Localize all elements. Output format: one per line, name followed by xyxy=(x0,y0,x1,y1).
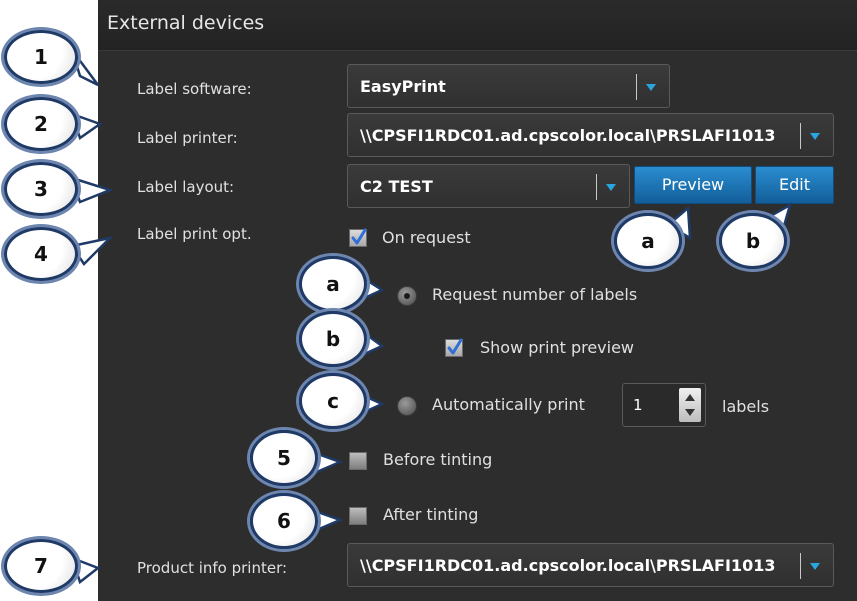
chevron-down-icon[interactable] xyxy=(810,133,820,140)
label-software-value: EasyPrint xyxy=(360,77,446,96)
label-printer-value: \\CPSFI1RDC01.ad.cpscolor.local\PRSLAFI1… xyxy=(360,126,776,145)
callout-7: 7 xyxy=(4,539,78,593)
product-info-printer-label: Product info printer: xyxy=(137,559,288,577)
chevron-down-icon[interactable] xyxy=(606,184,616,191)
callout-a-preview: a xyxy=(614,213,682,269)
dropdown-separator xyxy=(596,174,597,200)
dropdown-separator xyxy=(800,553,801,579)
label-printer-dropdown[interactable]: \\CPSFI1RDC01.ad.cpscolor.local\PRSLAFI1… xyxy=(347,113,834,157)
callout-a-request-number: a xyxy=(299,256,367,312)
radio-selected-dot xyxy=(404,293,410,299)
product-info-printer-value: \\CPSFI1RDC01.ad.cpscolor.local\PRSLAFI1… xyxy=(360,556,776,575)
label-printer-label: Label printer: xyxy=(137,129,238,147)
label-count-value: 1 xyxy=(633,396,643,414)
callout-b-show-preview: b xyxy=(299,311,367,367)
callout-3: 3 xyxy=(4,162,78,216)
label-software-dropdown[interactable]: EasyPrint xyxy=(347,64,670,108)
dropdown-separator xyxy=(636,74,637,100)
increment-icon[interactable] xyxy=(685,394,695,401)
automatically-print-label: Automatically print xyxy=(432,395,585,414)
checkmark-icon xyxy=(447,338,463,355)
callout-5: 5 xyxy=(250,430,318,486)
callout-2: 2 xyxy=(4,97,78,151)
stepper-buttons[interactable] xyxy=(679,388,701,422)
label-print-opt-label: Label print opt. xyxy=(137,225,252,243)
on-request-label: On request xyxy=(382,228,471,247)
show-preview-checkbox[interactable] xyxy=(445,338,463,357)
preview-button[interactable]: Preview xyxy=(634,166,752,204)
callout-c-automatically-print: c xyxy=(299,373,367,429)
edit-button[interactable]: Edit xyxy=(755,166,834,204)
label-software-label: Label software: xyxy=(137,80,252,98)
chevron-down-icon[interactable] xyxy=(810,563,820,570)
label-layout-value: C2 TEST xyxy=(360,177,433,196)
before-tinting-checkbox[interactable] xyxy=(349,452,367,470)
decrement-icon[interactable] xyxy=(685,409,695,416)
product-info-printer-dropdown[interactable]: \\CPSFI1RDC01.ad.cpscolor.local\PRSLAFI1… xyxy=(347,543,834,587)
after-tinting-label: After tinting xyxy=(383,505,479,524)
show-preview-label: Show print preview xyxy=(480,338,635,357)
checkmark-icon xyxy=(351,228,367,245)
panel-title: External devices xyxy=(107,12,265,34)
callout-1: 1 xyxy=(4,30,78,84)
dropdown-separator xyxy=(800,123,801,149)
callout-b-edit: b xyxy=(719,213,787,269)
label-layout-label: Label layout: xyxy=(137,178,235,196)
on-request-checkbox[interactable] xyxy=(349,228,367,247)
labels-suffix: labels xyxy=(722,397,770,416)
request-number-radio[interactable] xyxy=(397,286,417,306)
callout-6: 6 xyxy=(250,493,318,549)
label-count-stepper[interactable]: 1 xyxy=(622,383,706,427)
label-layout-dropdown[interactable]: C2 TEST xyxy=(347,164,630,208)
request-number-label: Request number of labels xyxy=(432,285,638,304)
callout-4: 4 xyxy=(4,227,78,281)
automatically-print-radio[interactable] xyxy=(397,396,417,416)
before-tinting-label: Before tinting xyxy=(383,450,493,469)
chevron-down-icon[interactable] xyxy=(646,84,656,91)
after-tinting-checkbox[interactable] xyxy=(349,507,367,525)
